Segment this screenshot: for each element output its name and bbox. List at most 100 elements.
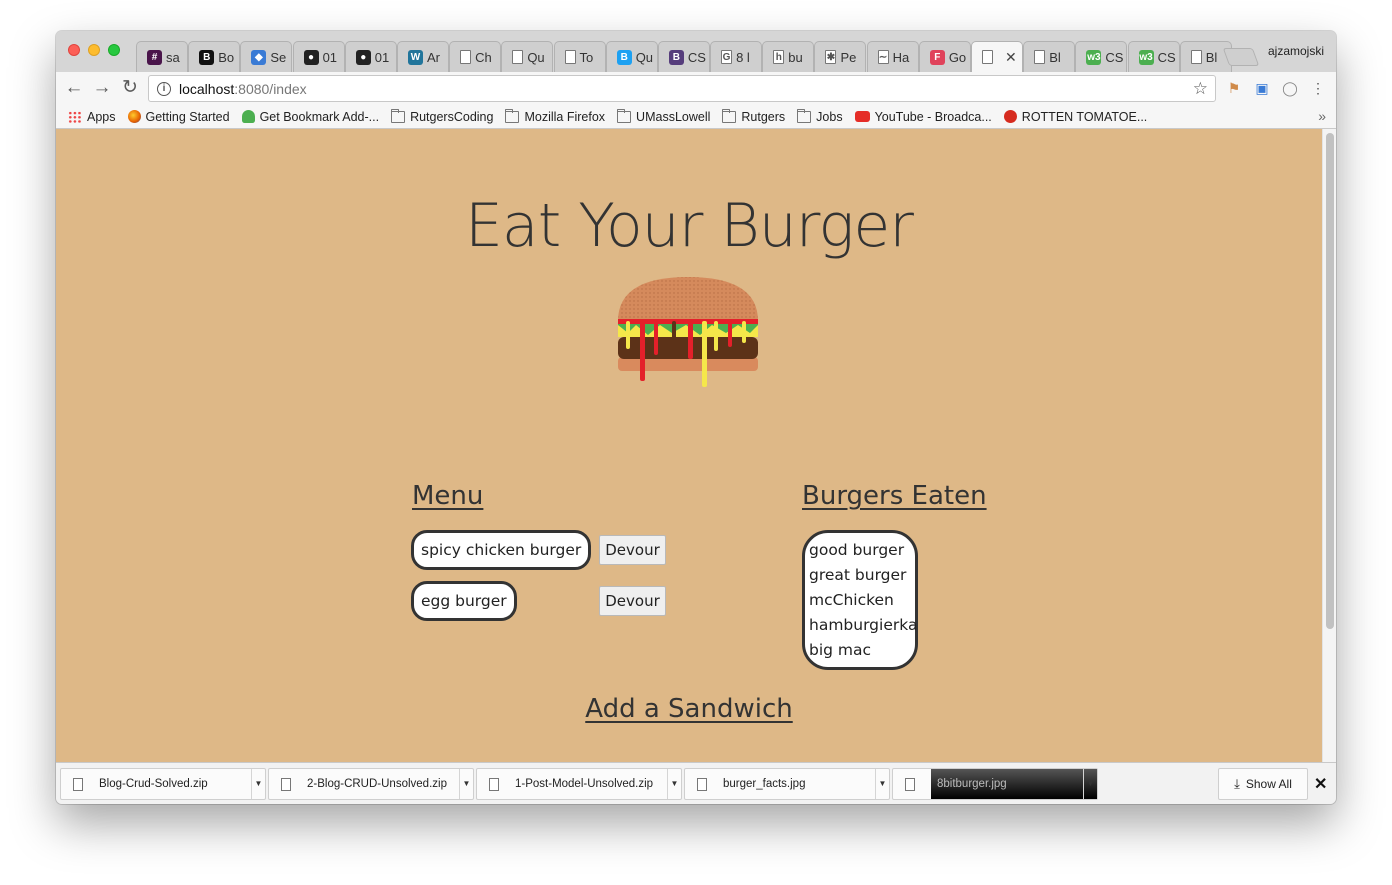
github-icon: ●	[303, 49, 319, 65]
file-icon	[73, 777, 83, 791]
browser-tab[interactable]: ◆ Se	[240, 41, 293, 72]
tab-label: Qu	[527, 49, 545, 65]
h-icon: h	[773, 50, 785, 64]
reload-icon[interactable]: ↻	[120, 78, 140, 98]
forward-icon[interactable]: →	[92, 78, 112, 98]
bootstrap-b-icon: B	[199, 49, 215, 65]
eaten-burger-item: great burger	[809, 566, 907, 584]
window-maximize-button[interactable]	[108, 44, 120, 56]
youtube-icon	[854, 111, 870, 122]
page-icon	[564, 50, 576, 64]
bookmark-label: Rutgers	[741, 109, 786, 124]
browser-tab[interactable]: Bl	[1179, 41, 1232, 72]
bookmark-apps[interactable]: Apps	[68, 110, 116, 124]
tab-close-icon[interactable]: ✕	[1005, 49, 1017, 66]
download-item[interactable]: 2-Blog-CRUD-Unsolved.zip ▼	[268, 768, 474, 800]
w3-icon: w3	[1138, 49, 1154, 65]
extension-circle-icon[interactable]: ◯	[1282, 80, 1298, 96]
page-icon	[512, 50, 524, 64]
bookmark-label: Jobs	[816, 109, 843, 124]
folder-icon	[505, 108, 520, 123]
downloads-bar: ⤓ Show All ✕ Blog-Crud-Solved.zip ▼ 2-Blog…	[56, 762, 1336, 804]
browser-tab[interactable]: B Bo	[188, 41, 241, 72]
bookmark-rutgers[interactable]: Rutgers	[722, 108, 786, 124]
scrollbar-thumb[interactable]	[1326, 133, 1334, 629]
github-icon: ●	[355, 49, 371, 65]
profile-name[interactable]: ajzamojski	[1268, 44, 1324, 58]
bookmark-getting-started[interactable]: Getting Started	[127, 109, 230, 124]
download-item[interactable]: 8bitburger.jpg ▼	[892, 768, 1098, 800]
menu-item: spicy chicken burger	[411, 530, 592, 570]
bookmark-label: YouTube - Broadca...	[874, 109, 992, 124]
bookmark-label: Mozilla Firefox	[524, 109, 606, 124]
download-filename: 2-Blog-CRUD-Unsolved.zip	[307, 778, 447, 790]
devour-button[interactable]: Devour	[599, 535, 666, 565]
browser-tab[interactable]: B Qu	[605, 41, 658, 72]
download-options-icon[interactable]: ▼	[875, 769, 889, 799]
menu-kebab-icon[interactable]: ⋮	[1310, 80, 1326, 96]
extension-icon[interactable]: ⚑	[1226, 80, 1242, 96]
browser-tab[interactable]: w3 CS	[1075, 41, 1128, 72]
page-title: Eat Your Burger	[465, 191, 914, 261]
browser-tab[interactable]: ∼ Ha	[866, 41, 919, 72]
browser-tab[interactable]: W Ar	[396, 41, 449, 72]
browser-tab[interactable]: Qu	[501, 41, 554, 72]
bookmark-umasslowell[interactable]: UMassLowell	[617, 108, 710, 124]
tab-label: Se	[270, 49, 287, 65]
browser-tab[interactable]: B CS	[657, 41, 710, 72]
browser-tab[interactable]: ● 01	[292, 41, 345, 72]
bootstrap-icon: B	[668, 49, 684, 65]
tab-label: Ar	[426, 49, 440, 65]
file-icon	[697, 777, 707, 791]
bookmarks-overflow-icon[interactable]: »	[1318, 108, 1326, 124]
screenshot-extension-icon[interactable]: ▣	[1254, 80, 1270, 96]
browser-tab[interactable]: Ch	[449, 41, 502, 72]
close-downloads-icon[interactable]: ✕	[1314, 774, 1327, 794]
window-close-button[interactable]	[68, 44, 80, 56]
apps-grid-icon	[68, 110, 82, 123]
page-icon	[982, 50, 993, 64]
download-options-icon[interactable]: ▼	[251, 769, 265, 799]
tab-label: Pe	[840, 49, 857, 65]
browser-tab[interactable]: ✱ Pe	[814, 41, 867, 72]
page-scrollbar[interactable]	[1322, 129, 1336, 762]
window-minimize-button[interactable]	[88, 44, 100, 56]
download-item[interactable]: 1-Post-Model-Unsolved.zip ▼	[476, 768, 682, 800]
download-filename: burger_facts.jpg	[723, 778, 806, 790]
bookmark-mozilla-firefox[interactable]: Mozilla Firefox	[505, 108, 606, 124]
file-icon	[489, 777, 499, 791]
bookmark-youtube-broadca[interactable]: YouTube - Broadca...	[854, 109, 992, 124]
browser-tab[interactable]: # sa	[136, 41, 188, 72]
back-icon[interactable]: ←	[64, 78, 84, 98]
browser-tab[interactable]: G8 l	[710, 41, 763, 72]
page-icon	[460, 50, 472, 64]
browser-tab[interactable]: w3 CS	[1127, 41, 1180, 72]
new-tab-button[interactable]	[1222, 48, 1260, 66]
bookmark-rotten-tomatoe[interactable]: ROTTEN TOMATOE...	[1003, 109, 1148, 124]
browser-tab[interactable]: h bu	[762, 41, 815, 72]
file-icon	[281, 777, 291, 791]
bookmark-label: ROTTEN TOMATOE...	[1021, 109, 1148, 124]
bookmark-jobs[interactable]: Jobs	[797, 108, 843, 124]
browser-tab[interactable]: To	[553, 41, 606, 72]
bookmark-label: Getting Started	[145, 109, 230, 124]
download-options-icon[interactable]: ▼	[459, 769, 473, 799]
browser-tab[interactable]: ✕	[971, 41, 1023, 72]
download-options-icon[interactable]: ▼	[667, 769, 681, 799]
download-options-icon[interactable]: ▼	[1083, 769, 1097, 799]
devour-button[interactable]: Devour	[599, 586, 666, 616]
bookmark-get-bookmark-add[interactable]: Get Bookmark Add-...	[241, 110, 379, 124]
show-all-downloads-button[interactable]: ⤓ Show All	[1218, 768, 1308, 800]
bookmark-star-icon[interactable]: ☆	[1193, 79, 1208, 99]
address-bar[interactable]: i localhost:8080/index ☆	[148, 75, 1216, 102]
add-sandwich-heading: Add a Sandwich	[585, 694, 793, 724]
browser-tab[interactable]: F Go	[918, 41, 971, 72]
bookmark-rutgerscoding[interactable]: RutgersCoding	[391, 108, 493, 124]
firefox-icon	[127, 110, 141, 123]
download-item[interactable]: Blog-Crud-Solved.zip ▼	[60, 768, 266, 800]
browser-tab[interactable]: ● 01	[344, 41, 397, 72]
browser-tab[interactable]: Bl	[1023, 41, 1076, 72]
download-item[interactable]: burger_facts.jpg ▼	[684, 768, 890, 800]
f-red-icon: F	[929, 49, 945, 65]
info-icon[interactable]: i	[157, 81, 171, 96]
